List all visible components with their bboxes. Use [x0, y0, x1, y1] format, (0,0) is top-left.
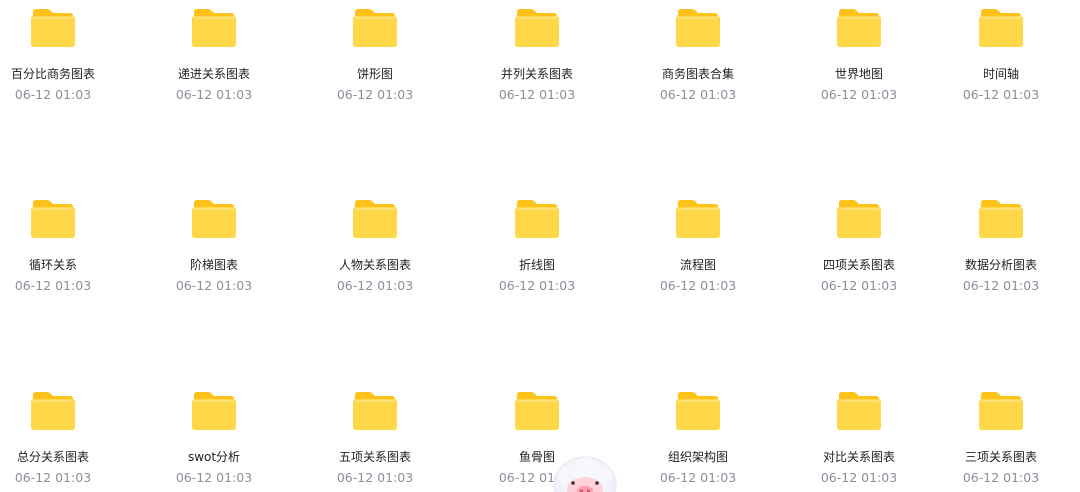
folder-name: 对比关系图表 — [822, 450, 895, 464]
folder-icon — [192, 392, 236, 430]
folder-date: 06-12 01:03 — [336, 470, 414, 485]
folder-date: 06-12 01:03 — [659, 87, 737, 102]
folder-item[interactable]: 阶梯图表 06-12 01:03 — [139, 199, 289, 309]
folder-date: 06-12 01:03 — [498, 278, 576, 293]
folder-item[interactable]: 三项关系图表 06-12 01:03 — [926, 391, 1076, 492]
folder-date: 06-12 01:03 — [175, 87, 253, 102]
folder-item[interactable]: 总分关系图表 06-12 01:03 — [0, 391, 128, 492]
folder-item[interactable]: 对比关系图表 06-12 01:03 — [784, 391, 934, 492]
folder-item[interactable]: 折线图 06-12 01:03 — [462, 199, 612, 309]
folder-icon — [515, 200, 559, 238]
folder-name: 并列关系图表 — [500, 67, 573, 81]
folder-icon — [353, 200, 397, 238]
folder-icon — [515, 392, 559, 430]
folder-item[interactable]: 时间轴 06-12 01:03 — [926, 8, 1076, 118]
folder-date: 06-12 01:03 — [175, 470, 253, 485]
folder-item[interactable]: 流程图 06-12 01:03 — [623, 199, 773, 309]
folder-date: 06-12 01:03 — [659, 278, 737, 293]
folder-item[interactable]: 商务图表合集 06-12 01:03 — [623, 8, 773, 118]
folder-name: swot分析 — [187, 450, 241, 464]
folder-date: 06-12 01:03 — [336, 278, 414, 293]
folder-name: 循环关系 — [28, 258, 77, 272]
folder-name: 百分比商务图表 — [10, 67, 95, 81]
folder-item[interactable]: 四项关系图表 06-12 01:03 — [784, 199, 934, 309]
folder-icon — [192, 200, 236, 238]
folder-date: 06-12 01:03 — [14, 470, 92, 485]
folder-name: 人物关系图表 — [338, 258, 411, 272]
folder-icon — [837, 200, 881, 238]
folder-name: 数据分析图表 — [964, 258, 1037, 272]
folder-item[interactable]: 组织架构图 06-12 01:03 — [623, 391, 773, 492]
folder-icon — [31, 9, 75, 47]
folder-item[interactable]: swot分析 06-12 01:03 — [139, 391, 289, 492]
folder-icon — [837, 392, 881, 430]
folder-name: 流程图 — [679, 258, 716, 272]
folder-date: 06-12 01:03 — [962, 87, 1040, 102]
folder-item[interactable]: 数据分析图表 06-12 01:03 — [926, 199, 1076, 309]
folder-icon — [31, 392, 75, 430]
folder-item[interactable]: 百分比商务图表 06-12 01:03 — [0, 8, 128, 118]
folder-name: 时间轴 — [982, 67, 1019, 81]
folder-name: 饼形图 — [356, 67, 393, 81]
folder-icon — [676, 200, 720, 238]
folder-item[interactable]: 饼形图 06-12 01:03 — [300, 8, 450, 118]
folder-date: 06-12 01:03 — [962, 278, 1040, 293]
folder-name: 商务图表合集 — [661, 67, 734, 81]
folder-date: 06-12 01:03 — [498, 87, 576, 102]
folder-item[interactable]: 五项关系图表 06-12 01:03 — [300, 391, 450, 492]
folder-date: 06-12 01:03 — [820, 87, 898, 102]
folder-name: 总分关系图表 — [16, 450, 89, 464]
folder-icon — [979, 9, 1023, 47]
folder-date: 06-12 01:03 — [820, 470, 898, 485]
folder-date: 06-12 01:03 — [336, 87, 414, 102]
folder-date: 06-12 01:03 — [962, 470, 1040, 485]
folder-icon — [676, 392, 720, 430]
folder-item[interactable]: 递进关系图表 06-12 01:03 — [139, 8, 289, 118]
folder-date: 06-12 01:03 — [14, 278, 92, 293]
folder-date: 06-12 01:03 — [820, 278, 898, 293]
folder-item[interactable]: 循环关系 06-12 01:03 — [0, 199, 128, 309]
folder-item[interactable]: 人物关系图表 06-12 01:03 — [300, 199, 450, 309]
folder-item[interactable]: 世界地图 06-12 01:03 — [784, 8, 934, 118]
folder-icon — [353, 392, 397, 430]
folder-icon — [979, 392, 1023, 430]
folder-name: 五项关系图表 — [338, 450, 411, 464]
folder-icon — [31, 200, 75, 238]
folder-name: 四项关系图表 — [822, 258, 895, 272]
folder-date: 06-12 01:03 — [659, 470, 737, 485]
folder-name: 阶梯图表 — [189, 258, 238, 272]
folder-grid: 百分比商务图表 06-12 01:03 递进关系图表 06-12 01:03 饼… — [0, 0, 1080, 492]
folder-icon — [192, 9, 236, 47]
folder-icon — [515, 9, 559, 47]
folder-name: 递进关系图表 — [177, 67, 250, 81]
folder-name: 世界地图 — [834, 67, 883, 81]
folder-icon — [676, 9, 720, 47]
folder-icon — [837, 9, 881, 47]
folder-icon — [353, 9, 397, 47]
folder-date: 06-12 01:03 — [175, 278, 253, 293]
folder-name: 组织架构图 — [667, 450, 728, 464]
folder-date: 06-12 01:03 — [14, 87, 92, 102]
folder-item[interactable]: 并列关系图表 06-12 01:03 — [462, 8, 612, 118]
folder-name: 三项关系图表 — [964, 450, 1037, 464]
folder-icon — [979, 200, 1023, 238]
folder-name: 折线图 — [518, 258, 555, 272]
assistant-mascot-icon[interactable] — [553, 455, 617, 492]
